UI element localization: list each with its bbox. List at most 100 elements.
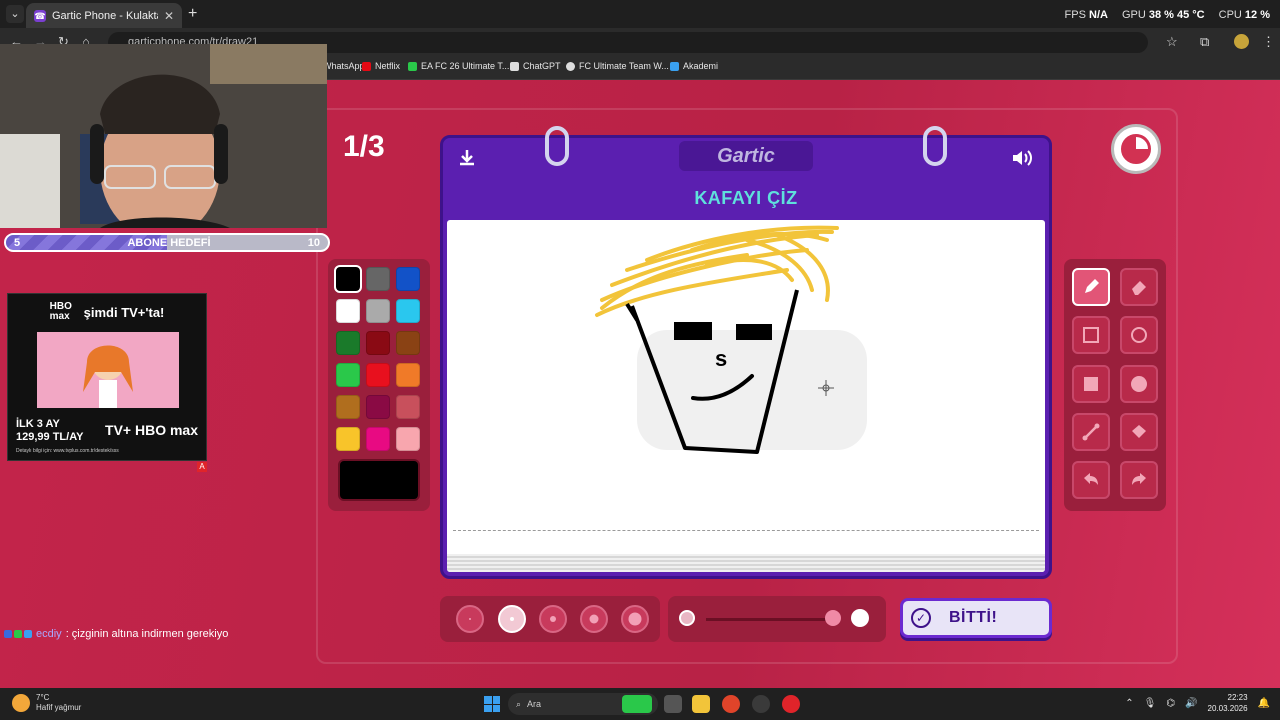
undo-tool[interactable]: [1072, 461, 1110, 499]
ad-detail: Detaylı bilgi için: www.tvplus.com.tr/de…: [16, 448, 119, 454]
rectangle-tool[interactable]: [1072, 316, 1110, 354]
bookmark-akademi[interactable]: Akademi: [670, 61, 718, 71]
color-swatch[interactable]: [336, 395, 360, 419]
color-swatch[interactable]: [334, 265, 362, 293]
color-swatch[interactable]: [396, 363, 420, 387]
color-swatch[interactable]: [336, 427, 360, 451]
current-color-preview: [338, 459, 420, 501]
chevron-up-icon[interactable]: ⌃: [1125, 698, 1133, 709]
color-swatch[interactable]: [396, 267, 420, 291]
color-swatch[interactable]: [396, 299, 420, 323]
eraser-tool[interactable]: [1120, 268, 1158, 306]
bookmark-label: EA FC 26 Ultimate T...: [421, 61, 510, 71]
app-icon[interactable]: [752, 695, 770, 713]
color-swatch[interactable]: [396, 395, 420, 419]
drawing-canvas[interactable]: s: [447, 220, 1045, 572]
speaker-icon[interactable]: [1011, 148, 1035, 173]
microphone-icon[interactable]: 🎙: [1144, 698, 1157, 709]
bookmark-netflix[interactable]: Netflix: [362, 61, 400, 71]
bookmark-fc-ultimate[interactable]: FC Ultimate Team W...: [566, 61, 669, 71]
filled-ellipse-tool[interactable]: [1120, 365, 1158, 403]
file-explorer-icon[interactable]: [692, 695, 710, 713]
gpu-label: GPU: [1121, 9, 1146, 21]
color-swatch[interactable]: [366, 427, 390, 451]
cartoon-character-image: [83, 345, 133, 408]
task-view-icon[interactable]: [664, 695, 682, 713]
extensions-icon[interactable]: ⧉: [1200, 34, 1209, 50]
chrome-icon[interactable]: [722, 695, 740, 713]
app-notification-icon[interactable]: [782, 695, 800, 713]
redo-tool[interactable]: [1120, 461, 1158, 499]
volume-icon[interactable]: 🔊: [1185, 698, 1197, 709]
windows-start-icon[interactable]: [484, 696, 500, 712]
goal-label: ABONE HEDEFİ: [127, 237, 211, 249]
bookmark-label: FC Ultimate Team W...: [579, 61, 669, 71]
advertisement[interactable]: HBO max şimdi TV+'ta! İLK 3 AY 129,99 TL…: [7, 293, 207, 461]
clock[interactable]: 22:23 20.03.2026: [1208, 692, 1248, 714]
clock-time: 22:23: [1227, 693, 1248, 702]
line-tool[interactable]: [1072, 413, 1110, 451]
gpu-value: 38 % 45 °C: [1148, 9, 1205, 21]
brush-size-5[interactable]: [621, 605, 649, 633]
network-icon[interactable]: ⌬: [1166, 698, 1175, 709]
bookmark-chatgpt[interactable]: ChatGPT: [510, 61, 561, 71]
brush-size-2[interactable]: [498, 605, 526, 633]
ad-header: HBO max şimdi TV+'ta!: [8, 294, 206, 330]
eraser-icon: [1132, 281, 1146, 295]
notification-bell-icon[interactable]: 🔔: [1258, 698, 1270, 709]
download-icon[interactable]: [457, 148, 477, 173]
bookmark-ea-fc[interactable]: EA FC 26 Ultimate T...: [408, 61, 509, 71]
weather-widget[interactable]: 7°C Hafif yağmur: [12, 693, 81, 713]
opacity-slider[interactable]: [668, 596, 886, 642]
opacity-track[interactable]: [706, 618, 826, 621]
tool-panel: [1064, 259, 1166, 511]
ea-icon: [408, 61, 417, 71]
color-swatch[interactable]: [366, 363, 390, 387]
color-swatch[interactable]: [366, 395, 390, 419]
brush-size-4[interactable]: [580, 605, 608, 633]
close-tab-icon[interactable]: ✕: [164, 9, 174, 23]
filled-rectangle-tool[interactable]: [1072, 365, 1110, 403]
profile-avatar[interactable]: [1234, 34, 1249, 49]
color-swatch[interactable]: [366, 267, 390, 291]
pencil-icon: [1085, 279, 1099, 293]
brush-size-1[interactable]: [456, 605, 484, 633]
chat-badges: [4, 630, 32, 638]
opacity-min-icon: [679, 610, 695, 626]
perf-overlay: FPS N/A GPU 38 % 45 °C CPU 12 %: [1065, 9, 1270, 21]
fill-bucket-tool[interactable]: [1120, 413, 1158, 451]
brush-size-3[interactable]: [539, 605, 567, 633]
color-swatch[interactable]: [336, 299, 360, 323]
widgets-icon[interactable]: [622, 695, 652, 713]
card-header: Gartic KAFAYI ÇİZ: [443, 138, 1049, 220]
badge-icon: [24, 630, 32, 638]
opacity-knob[interactable]: [825, 610, 841, 626]
bookmark-star-icon[interactable]: ☆: [1166, 34, 1178, 50]
kebab-menu-icon[interactable]: ⋮: [1262, 34, 1275, 50]
color-swatch[interactable]: [396, 331, 420, 355]
ad-choices-icon[interactable]: A: [197, 462, 207, 472]
opacity-max-icon: [851, 609, 869, 627]
ad-image: [37, 332, 179, 408]
color-swatch[interactable]: [366, 331, 390, 355]
tab-search-button[interactable]: ⌄: [6, 5, 24, 23]
color-swatch[interactable]: [336, 363, 360, 387]
browser-tab[interactable]: ☎ Gartic Phone - Kulaktan Kulağa ✕: [26, 3, 182, 28]
ellipse-tool[interactable]: [1120, 316, 1158, 354]
bookmark-label: Netflix: [375, 61, 401, 71]
cpu-value: 12 %: [1244, 9, 1270, 21]
pencil-tool[interactable]: [1072, 268, 1110, 306]
globe-icon: [566, 61, 575, 71]
color-swatch[interactable]: [336, 331, 360, 355]
round-counter: 1/3: [343, 130, 385, 163]
bookmark-label: WhatsApp: [323, 61, 365, 71]
new-tab-button[interactable]: +: [188, 5, 197, 23]
weather-temp: 7°C: [36, 693, 50, 702]
color-swatch[interactable]: [366, 299, 390, 323]
system-tray: ⌃ 🎙 ⌬ 🔊 22:23 20.03.2026 🔔: [1125, 692, 1270, 714]
done-button[interactable]: ✓ BİTTİ!: [900, 598, 1052, 638]
color-palette: [328, 259, 430, 511]
color-swatch[interactable]: [396, 427, 420, 451]
bucket-icon: [1132, 425, 1146, 438]
timer-fill: [1121, 134, 1151, 164]
